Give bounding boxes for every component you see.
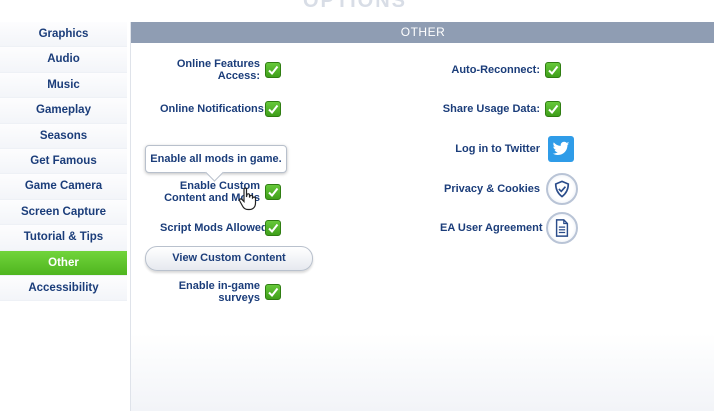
mods-tooltip: Enable all mods in game. [145,145,287,173]
sidebar-item-screen-capture[interactable]: Screen Capture [0,199,127,226]
script-mods-checkbox[interactable] [265,220,281,236]
user-agreement-button[interactable] [546,212,578,244]
checkmark-icon [268,104,279,115]
sidebar-item-audio[interactable]: Audio [0,47,127,73]
surveys-row: Enable in-game surveys [160,280,281,304]
surveys-checkbox[interactable] [265,284,281,300]
script-mods-label: Script Mods Allowed [160,222,268,234]
sidebar-item-other[interactable]: Other [0,250,127,276]
privacy-button[interactable] [546,173,578,205]
online-notifications-label: Online Notifications: [160,103,268,115]
online-notifications-row: Online Notifications: [160,101,281,117]
auto-reconnect-checkbox[interactable] [545,62,561,78]
hand-cursor-icon [238,187,257,211]
script-mods-row: Script Mods Allowed [160,220,281,236]
auto-reconnect-row: Auto-Reconnect: [440,62,561,78]
sidebar-item-gameplay[interactable]: Gameplay [0,98,127,124]
options-sidebar: Graphics Audio Music Gameplay Seasons Ge… [0,22,127,302]
shield-check-icon [554,180,570,198]
twitter-button[interactable] [548,136,574,162]
sidebar-item-get-famous[interactable]: Get Famous [0,148,127,175]
checkmark-icon [548,104,559,115]
sidebar-item-seasons[interactable]: Seasons [0,123,127,149]
twitter-bird-icon [552,141,570,155]
privacy-label: Privacy & Cookies [444,183,540,195]
online-features-row: Online Features Access: [160,58,281,82]
custom-content-checkbox[interactable] [265,184,281,200]
online-notifications-checkbox[interactable] [265,101,281,117]
checkmark-icon [268,223,279,234]
auto-reconnect-label: Auto-Reconnect: [451,64,540,76]
user-agreement-label: EA User Agreement [440,222,543,234]
twitter-row: Log in to Twitter [440,136,574,162]
privacy-row: Privacy & Cookies [440,173,578,205]
online-features-label: Online Features Access: [176,58,260,82]
sidebar-item-music[interactable]: Music [0,72,127,99]
page-title: OPTIONS [240,0,470,8]
panel-header: OTHER [131,22,714,43]
twitter-label: Log in to Twitter [455,143,540,155]
online-features-checkbox[interactable] [265,62,281,78]
document-icon [555,219,569,237]
sidebar-item-graphics[interactable]: Graphics [0,22,127,48]
sidebar-item-game-camera[interactable]: Game Camera [0,174,127,200]
share-usage-row: Share Usage Data: [440,101,561,117]
checkmark-icon [268,65,279,76]
sidebar-item-tutorial-tips[interactable]: Tutorial & Tips [0,225,127,251]
checkmark-icon [268,187,279,198]
view-custom-content-button[interactable]: View Custom Content [145,246,313,271]
share-usage-checkbox[interactable] [545,101,561,117]
share-usage-label: Share Usage Data: [442,103,540,115]
custom-content-row: Enable Custom Content and Mods [160,180,281,204]
surveys-label: Enable in-game surveys [178,280,260,304]
checkmark-icon [548,65,559,76]
user-agreement-row: EA User Agreement [440,212,578,244]
checkmark-icon [268,287,279,298]
sidebar-item-accessibility[interactable]: Accessibility [0,275,127,302]
